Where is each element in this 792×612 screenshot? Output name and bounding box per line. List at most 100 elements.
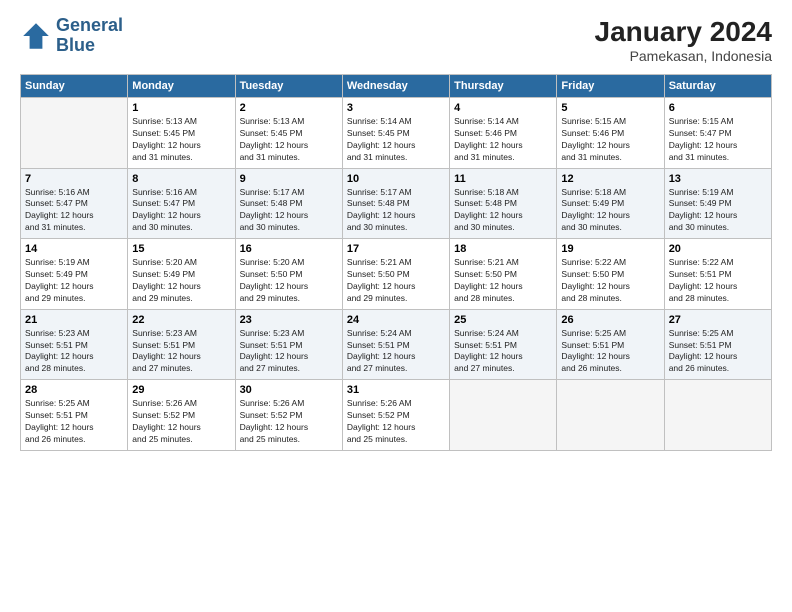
calendar-cell: 30Sunrise: 5:26 AMSunset: 5:52 PMDayligh… [235,380,342,451]
day-number: 9 [240,173,338,185]
day-info: Sunrise: 5:17 AMSunset: 5:48 PMDaylight:… [347,187,445,235]
main-title: January 2024 [595,16,772,48]
calendar-cell: 29 Sunrise: 5:26 AMSunset: 5:52 PMDayligh… [128,380,235,451]
calendar-cell: 20 Sunrise: 5:22 AMSunset: 5:51 PMDayligh… [664,239,771,310]
calendar-cell: 23 Sunrise: 5:23 AMSunset: 5:51 PMDayligh… [235,309,342,380]
day-number: 18 [454,243,552,255]
day-info: Sunrise: 5:18 AMSunset: 5:48 PMDaylight:… [454,187,552,235]
calendar-cell: 25 Sunrise: 5:24 AMSunset: 5:51 PMDayligh… [450,309,557,380]
day-header-monday: Monday [128,75,235,98]
day-number: 4 [454,102,552,114]
day-info: Sunrise: 5:19 AMSunset: 5:49 PMDaylight:… [25,257,123,305]
logo: General Blue [20,16,123,56]
day-info: Sunrise: 5:25 AMSunset: 5:51 PMDaylight:… [561,328,659,376]
day-header-tuesday: Tuesday [235,75,342,98]
day-info: Sunrise: 5:15 AMSunset: 5:46 PMDaylight:… [561,116,659,164]
day-number: 31 [347,384,445,396]
day-number: 24 [347,314,445,326]
day-info: Sunrise: 5:16 AMSunset: 5:47 PMDaylight:… [25,187,123,235]
day-number: 1 [132,102,230,114]
week-row-5: 28 Sunrise: 5:25 AMSunset: 5:51 PMDayligh… [21,380,772,451]
day-number: 8 [132,173,230,185]
day-number: 15 [132,243,230,255]
day-number: 21 [25,314,123,326]
calendar-cell: 16Sunrise: 5:20 AMSunset: 5:50 PMDayligh… [235,239,342,310]
day-info: Sunrise: 5:20 AMSunset: 5:49 PMDaylight:… [132,257,230,305]
day-info: Sunrise: 5:13 AMSunset: 5:45 PMDaylight:… [240,116,338,164]
calendar-cell: 24Sunrise: 5:24 AMSunset: 5:51 PMDayligh… [342,309,449,380]
day-info: Sunrise: 5:21 AMSunset: 5:50 PMDaylight:… [347,257,445,305]
calendar-cell: 2 Sunrise: 5:13 AMSunset: 5:45 PMDaylight… [235,98,342,169]
calendar-cell: 19Sunrise: 5:22 AMSunset: 5:50 PMDayligh… [557,239,664,310]
logo-text: General Blue [56,16,123,56]
calendar-table: SundayMondayTuesdayWednesdayThursdayFrid… [20,74,772,451]
day-number: 5 [561,102,659,114]
day-number: 20 [669,243,767,255]
page: General Blue January 2024 Pamekasan, Ind… [0,0,792,612]
title-block: January 2024 Pamekasan, Indonesia [595,16,772,64]
calendar-cell: 10 Sunrise: 5:17 AMSunset: 5:48 PMDayligh… [342,168,449,239]
day-info: Sunrise: 5:26 AMSunset: 5:52 PMDaylight:… [240,398,338,446]
day-header-sunday: Sunday [21,75,128,98]
day-info: Sunrise: 5:19 AMSunset: 5:49 PMDaylight:… [669,187,767,235]
subtitle: Pamekasan, Indonesia [595,48,772,64]
calendar-cell [557,380,664,451]
calendar-cell: 21Sunrise: 5:23 AMSunset: 5:51 PMDayligh… [21,309,128,380]
day-number: 14 [25,243,123,255]
day-number: 22 [132,314,230,326]
calendar-cell: 17 Sunrise: 5:21 AMSunset: 5:50 PMDayligh… [342,239,449,310]
day-number: 12 [561,173,659,185]
calendar-cell: 3Sunrise: 5:14 AMSunset: 5:45 PMDaylight… [342,98,449,169]
logo-line2: Blue [56,36,123,56]
calendar-cell [21,98,128,169]
calendar-cell: 22 Sunrise: 5:23 AMSunset: 5:51 PMDayligh… [128,309,235,380]
week-row-4: 21 Sunrise: 5:23 AMSunset: 5:51 PMDayligh… [21,309,772,380]
day-number: 26 [561,314,659,326]
calendar-cell: 9 Sunrise: 5:17 AMSunset: 5:48 PMDaylight… [235,168,342,239]
day-info: Sunrise: 5:25 AMSunset: 5:51 PMDaylight:… [25,398,123,446]
logo-line1: General [56,16,123,36]
header: General Blue January 2024 Pamekasan, Ind… [20,16,772,64]
day-number: 27 [669,314,767,326]
day-info: Sunrise: 5:23 AMSunset: 5:51 PMDaylight:… [132,328,230,376]
calendar-cell: 12Sunrise: 5:18 AMSunset: 5:49 PMDayligh… [557,168,664,239]
week-row-1: 1 Sunrise: 5:13 AMSunset: 5:45 PMDaylight… [21,98,772,169]
day-header-saturday: Saturday [664,75,771,98]
day-info: Sunrise: 5:26 AMSunset: 5:52 PMDaylight:… [132,398,230,446]
day-header-thursday: Thursday [450,75,557,98]
day-info: Sunrise: 5:26 AMSunset: 5:52 PMDaylight:… [347,398,445,446]
day-info: Sunrise: 5:25 AMSunset: 5:51 PMDaylight:… [669,328,767,376]
day-info: Sunrise: 5:16 AMSunset: 5:47 PMDaylight:… [132,187,230,235]
day-number: 25 [454,314,552,326]
week-row-3: 14 Sunrise: 5:19 AMSunset: 5:49 PMDayligh… [21,239,772,310]
calendar-cell: 18 Sunrise: 5:21 AMSunset: 5:50 PMDayligh… [450,239,557,310]
calendar-cell: 15 Sunrise: 5:20 AMSunset: 5:49 PMDayligh… [128,239,235,310]
day-info: Sunrise: 5:24 AMSunset: 5:51 PMDaylight:… [454,328,552,376]
calendar-cell [450,380,557,451]
day-header-wednesday: Wednesday [342,75,449,98]
day-number: 11 [454,173,552,185]
day-number: 29 [132,384,230,396]
calendar-cell: 13Sunrise: 5:19 AMSunset: 5:49 PMDayligh… [664,168,771,239]
day-number: 23 [240,314,338,326]
day-number: 10 [347,173,445,185]
day-number: 17 [347,243,445,255]
calendar-cell: 27 Sunrise: 5:25 AMSunset: 5:51 PMDayligh… [664,309,771,380]
day-number: 2 [240,102,338,114]
day-number: 28 [25,384,123,396]
calendar-cell: 11 Sunrise: 5:18 AMSunset: 5:48 PMDayligh… [450,168,557,239]
day-info: Sunrise: 5:14 AMSunset: 5:45 PMDaylight:… [347,116,445,164]
calendar-cell [664,380,771,451]
day-info: Sunrise: 5:23 AMSunset: 5:51 PMDaylight:… [240,328,338,376]
day-info: Sunrise: 5:20 AMSunset: 5:50 PMDaylight:… [240,257,338,305]
day-info: Sunrise: 5:13 AMSunset: 5:45 PMDaylight:… [132,116,230,164]
calendar-cell: 5 Sunrise: 5:15 AMSunset: 5:46 PMDaylight… [557,98,664,169]
calendar-cell: 28 Sunrise: 5:25 AMSunset: 5:51 PMDayligh… [21,380,128,451]
header-row: SundayMondayTuesdayWednesdayThursdayFrid… [21,75,772,98]
day-info: Sunrise: 5:21 AMSunset: 5:50 PMDaylight:… [454,257,552,305]
day-number: 7 [25,173,123,185]
day-info: Sunrise: 5:17 AMSunset: 5:48 PMDaylight:… [240,187,338,235]
week-row-2: 7 Sunrise: 5:16 AMSunset: 5:47 PMDaylight… [21,168,772,239]
day-info: Sunrise: 5:22 AMSunset: 5:51 PMDaylight:… [669,257,767,305]
calendar-cell: 4Sunrise: 5:14 AMSunset: 5:46 PMDaylight… [450,98,557,169]
